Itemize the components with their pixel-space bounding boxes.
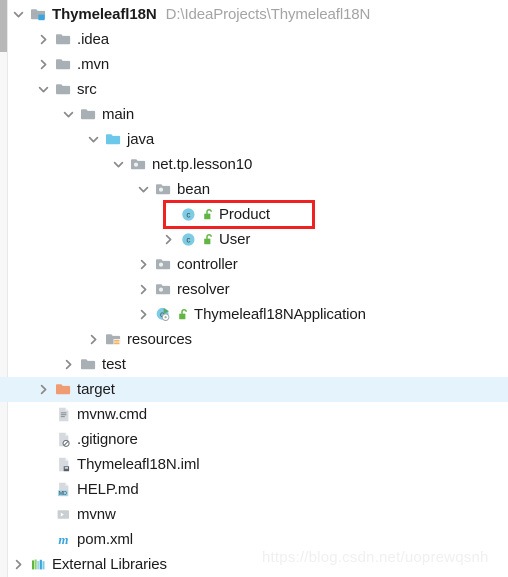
svg-text:m: m	[58, 532, 68, 547]
tree-row-label: Product	[219, 206, 270, 223]
tree-row-file-mvnw[interactable]: mvnw	[0, 502, 508, 527]
tree-row-class-user[interactable]: c User	[0, 227, 508, 252]
text-file-icon	[55, 406, 72, 423]
tree-row-label: Thymeleafl18NApplication	[194, 306, 366, 323]
tree-row-label: src	[77, 81, 97, 98]
svg-text:c: c	[186, 236, 190, 245]
public-unlocked-icon	[178, 308, 190, 322]
folder-icon	[80, 356, 97, 373]
gitignore-file-icon	[55, 431, 72, 448]
markdown-file-icon: MD	[55, 481, 72, 498]
project-path-text: D:\IdeaProjects\Thymeleafl18N	[165, 6, 371, 23]
chevron-right-icon[interactable]	[87, 333, 100, 346]
tree-row-label: test	[102, 356, 126, 373]
tree-row-label: External Libraries	[52, 556, 167, 573]
tree-row-package-controller[interactable]: controller	[0, 252, 508, 277]
chevron-right-icon[interactable]	[37, 58, 50, 71]
tree-row-label: java	[127, 131, 155, 148]
chevron-right-icon[interactable]	[137, 308, 150, 321]
tree-row-file-gitignore[interactable]: .gitignore	[0, 427, 508, 452]
folder-icon	[55, 31, 72, 48]
tree-row-project-root[interactable]: Thymeleafl18N D:\IdeaProjects\Thymeleafl1…	[0, 2, 508, 27]
module-folder-icon	[30, 6, 47, 23]
maven-pom-icon: m	[55, 531, 72, 548]
tree-row-label: HELP.md	[77, 481, 139, 498]
chevron-down-icon[interactable]	[37, 83, 50, 96]
tree-row-label: resolver	[177, 281, 230, 298]
chevron-right-icon[interactable]	[137, 258, 150, 271]
tree-row-class-product[interactable]: c Product	[0, 202, 508, 227]
tree-row-java[interactable]: java	[0, 127, 508, 152]
public-unlocked-icon	[203, 208, 215, 222]
tree-row-label: Thymeleafl18N	[52, 6, 157, 23]
chevron-right-icon[interactable]	[37, 383, 50, 396]
folder-icon	[80, 106, 97, 123]
folder-icon	[55, 81, 72, 98]
java-class-icon: c	[180, 206, 197, 223]
folder-icon	[55, 56, 72, 73]
tree-row-label: mvnw.cmd	[77, 406, 148, 423]
java-runnable-class-icon: c	[155, 306, 172, 323]
chevron-down-icon[interactable]	[112, 158, 125, 171]
chevron-down-icon[interactable]	[137, 183, 150, 196]
tree-row-label: Thymeleafl18N.iml	[77, 456, 200, 473]
tree-row-file-help-md[interactable]: MD HELP.md	[0, 477, 508, 502]
tree-row-label: bean	[177, 181, 210, 198]
tree-row-label: .mvn	[77, 56, 110, 73]
tree-row-label: resources	[127, 331, 192, 348]
tree-row-main[interactable]: main	[0, 102, 508, 127]
tree-row-class-thymeleafl18napplication[interactable]: c Thymeleafl18NApplication	[0, 302, 508, 327]
tree-row-label: main	[102, 106, 135, 123]
public-unlocked-icon	[203, 233, 215, 247]
tree-row-label: pom.xml	[77, 531, 133, 548]
tree-row-label: .gitignore	[77, 431, 138, 448]
tree-row-label: mvnw	[77, 506, 116, 523]
java-class-icon: c	[180, 231, 197, 248]
tree-row-package-bean[interactable]: bean	[0, 177, 508, 202]
chevron-right-icon[interactable]	[62, 358, 75, 371]
tree-row-label: net.tp.lesson10	[152, 156, 253, 173]
chevron-right-icon[interactable]	[12, 558, 25, 571]
iml-file-icon	[55, 456, 72, 473]
tree-row-package-resolver[interactable]: resolver	[0, 277, 508, 302]
package-icon	[130, 156, 147, 173]
shell-script-icon	[55, 506, 72, 523]
package-icon	[155, 281, 172, 298]
tree-row-resources[interactable]: resources	[0, 327, 508, 352]
tree-row-package-net-tp-lesson10[interactable]: net.tp.lesson10	[0, 152, 508, 177]
tree-row-idea[interactable]: .idea	[0, 27, 508, 52]
tree-row-label: target	[77, 381, 115, 398]
package-icon	[155, 256, 172, 273]
chevron-down-icon[interactable]	[12, 8, 25, 21]
chevron-right-icon[interactable]	[137, 283, 150, 296]
chevron-down-icon[interactable]	[87, 133, 100, 146]
tree-row-file-mvnw-cmd[interactable]: mvnw.cmd	[0, 402, 508, 427]
tree-row-label: controller	[177, 256, 238, 273]
tree-row-label: User	[219, 231, 251, 248]
project-tree-panel[interactable]: Thymeleafl18N D:\IdeaProjects\Thymeleafl1…	[0, 0, 508, 577]
tree-row-label: .idea	[77, 31, 110, 48]
svg-text:MD: MD	[59, 491, 67, 497]
source-folder-icon	[105, 131, 122, 148]
svg-text:c: c	[186, 211, 190, 220]
package-icon	[155, 181, 172, 198]
tree-row-target[interactable]: target	[0, 377, 508, 402]
watermark-text: https://blog.csdn.net/uoprewqsnh	[262, 549, 489, 566]
tree-row-src[interactable]: src	[0, 77, 508, 102]
chevron-right-icon[interactable]	[162, 233, 175, 246]
tree-row-file-iml[interactable]: Thymeleafl18N.iml	[0, 452, 508, 477]
excluded-folder-icon	[55, 381, 72, 398]
tree-row-test[interactable]: test	[0, 352, 508, 377]
chevron-right-icon[interactable]	[37, 33, 50, 46]
resources-folder-icon	[105, 331, 122, 348]
chevron-down-icon[interactable]	[62, 108, 75, 121]
external-libraries-icon	[30, 556, 47, 573]
tree-row-mvn[interactable]: .mvn	[0, 52, 508, 77]
